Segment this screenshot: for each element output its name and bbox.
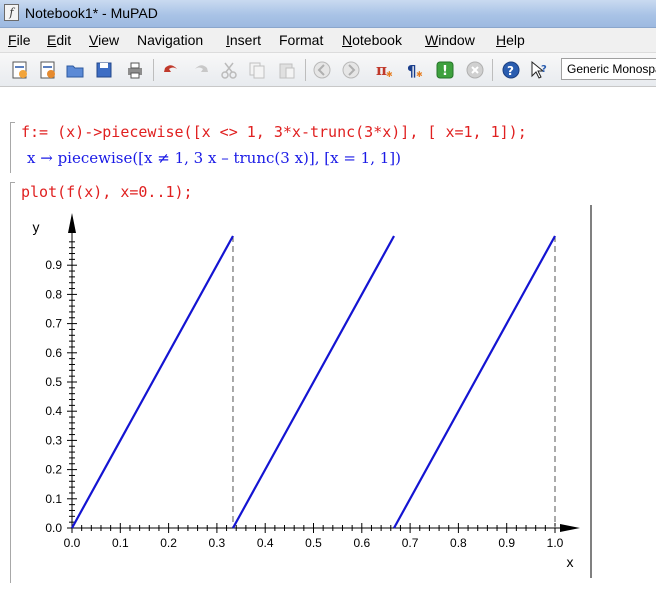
x-tick-label: 0.1 (112, 536, 129, 550)
y-tick-label: 0.8 (45, 287, 62, 301)
sawtooth-segment (393, 235, 556, 529)
y-tick-label: 0.9 (45, 258, 62, 272)
x-axis-arrow (560, 524, 580, 532)
x-tick-label: 0.0 (64, 536, 81, 550)
y-tick-label: 0.0 (45, 521, 62, 535)
x-tick-label: 0.7 (402, 536, 419, 550)
y-axis-arrow (68, 213, 76, 233)
y-tick-label: 0.7 (45, 317, 62, 331)
x-tick-label: 0.4 (257, 536, 274, 550)
y-tick-label: 0.4 (45, 404, 62, 418)
plot-area: 0.0 0.1 0.2 0.3 0.4 0.5 0.6 0.7 0.8 0.9 1.0 0.0 0.1 0… (33, 213, 580, 570)
y-tick-label: 0.2 (45, 463, 62, 477)
sawtooth-segment (232, 235, 395, 529)
y-tick-label: 0.3 (45, 433, 62, 447)
x-axis-label: x (567, 554, 574, 570)
x-tick-label: 0.5 (305, 536, 322, 550)
y-tick-label: 0.6 (45, 346, 62, 360)
x-tick-label: 0.9 (498, 536, 515, 550)
x-tick-label: 0.3 (209, 536, 226, 550)
y-tick-label: 0.1 (45, 492, 62, 506)
x-tick-label: 1.0 (547, 536, 564, 550)
y-axis-label: y (33, 219, 40, 235)
sawtooth-segment (71, 235, 234, 529)
x-tick-label: 0.8 (450, 536, 467, 550)
plot-output[interactable]: 0.0 0.1 0.2 0.3 0.4 0.5 0.6 0.7 0.8 0.9 1.0 0.0 0.1 0… (0, 0, 656, 597)
x-tick-label: 0.6 (353, 536, 370, 550)
y-tick-label: 0.5 (45, 375, 62, 389)
x-tick-label: 0.2 (160, 536, 177, 550)
